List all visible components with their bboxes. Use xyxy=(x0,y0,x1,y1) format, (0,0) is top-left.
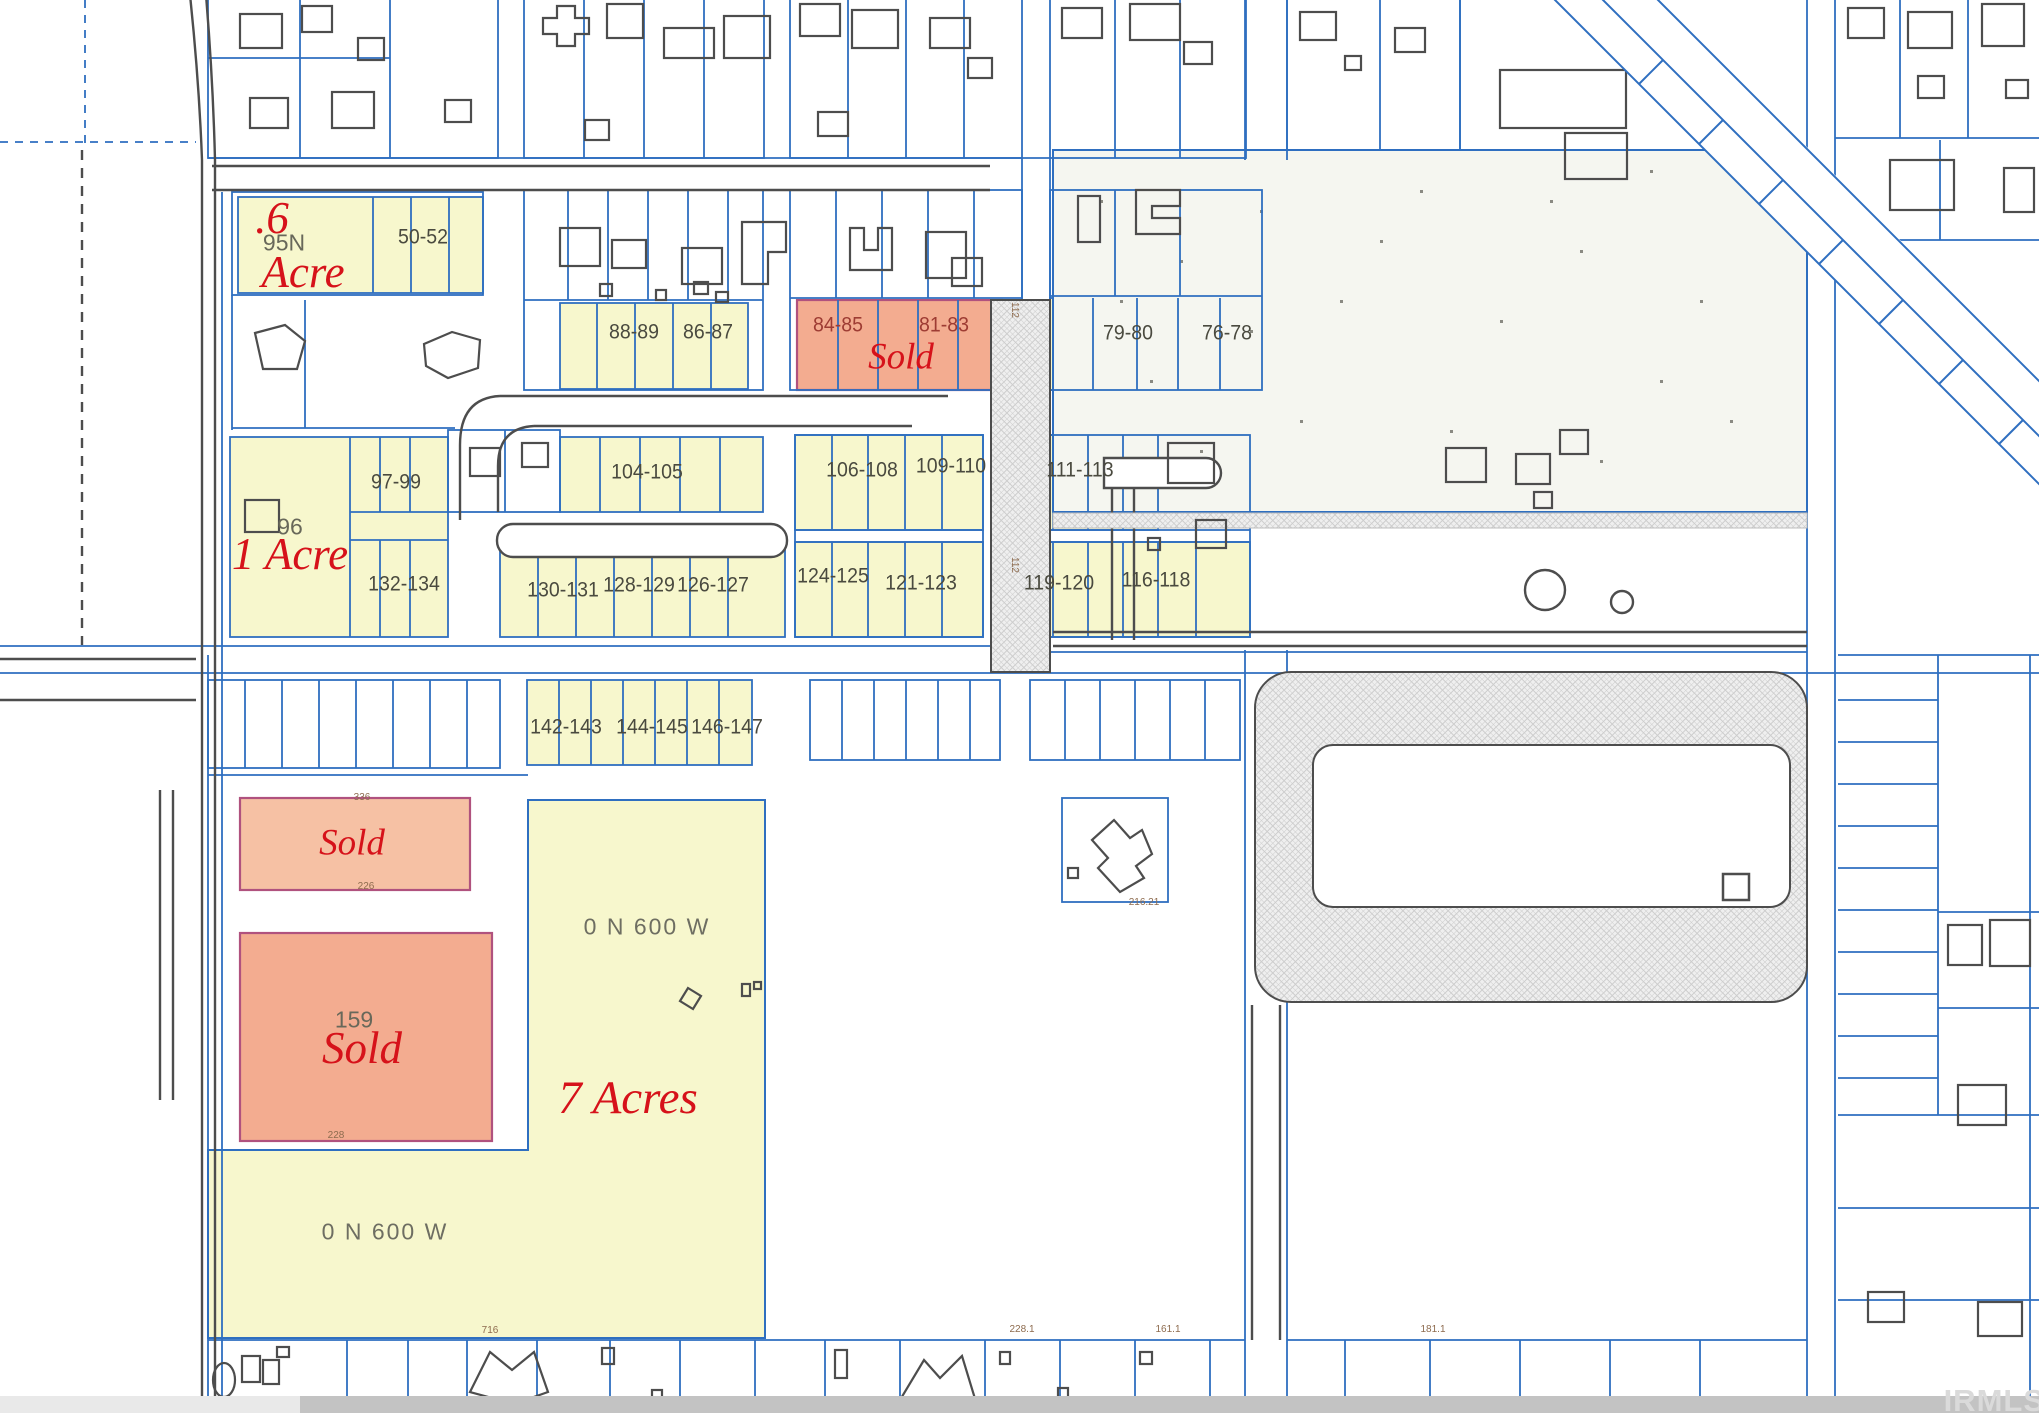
lot-label-142-143: 142-143 xyxy=(530,717,602,738)
lot-label-109-110: 109-110 xyxy=(916,456,986,477)
lot-label-84-85: 84-85 xyxy=(813,315,863,336)
road-linework xyxy=(0,0,1807,1413)
street-label-0n600w-lower: 0 N 600 W xyxy=(322,1221,449,1244)
dim-label-336: 336 xyxy=(354,793,371,803)
parcel-lots-79-76-strip[interactable] xyxy=(1050,298,1262,390)
parcel-lots-142-147-strip[interactable] xyxy=(527,680,752,765)
dim-label-716: 716 xyxy=(482,1326,499,1336)
lot-label-146-147: 146-147 xyxy=(691,717,763,738)
dim-label-112-b: 112 xyxy=(1009,557,1019,573)
parcel-number-159: 159 xyxy=(335,1009,373,1032)
lot-label-144-145: 144-145 xyxy=(616,717,688,738)
parcel-layer xyxy=(0,0,2039,1413)
lot-label-50-52: 50-52 xyxy=(398,227,448,248)
lot-label-128-129: 128-129 xyxy=(603,575,675,596)
lot-label-111-113: 111-113 xyxy=(1046,460,1113,481)
diagonal-road xyxy=(1545,0,2039,492)
lot-label-124-125: 124-125 xyxy=(797,566,869,587)
parcel-lots-130-126-strip[interactable] xyxy=(500,540,785,637)
lot-label-126-127: 126-127 xyxy=(677,575,749,596)
lot-label-116-118: 116-118 xyxy=(1122,570,1191,591)
base-map-linework xyxy=(0,0,2039,1413)
lot-label-130-131: 130-131 xyxy=(527,580,599,601)
parcel-lots-111-113-strip[interactable] xyxy=(1018,435,1158,530)
parcel-lots-104-105-strip[interactable] xyxy=(560,437,763,512)
parcel-lots-88-86-strip[interactable] xyxy=(560,303,748,389)
dim-label-112-a: 112 xyxy=(1009,302,1019,318)
lot-label-106-108: 106-108 xyxy=(826,460,898,481)
lot-label-132-134: 132-134 xyxy=(368,574,440,595)
dim-label-216-21: 216.21 xyxy=(1129,898,1160,908)
parcel-sold-parcel-159[interactable] xyxy=(240,933,492,1141)
dim-label-226: 226 xyxy=(358,882,375,892)
parcel-sold-strip-84-81[interactable] xyxy=(797,300,1002,390)
open-field xyxy=(1053,150,1807,512)
parcel-lots-106-110-strip[interactable] xyxy=(795,435,983,530)
acreage-label-acre: Acre xyxy=(261,246,344,298)
label-layer: .6Acre95N50-5288-8986-8784-8581-83Sold79… xyxy=(0,0,2039,1413)
lot-linework xyxy=(0,0,2039,1413)
acreage-label-1acre: 1 Acre xyxy=(232,528,348,580)
dim-label-228: 228 xyxy=(328,1131,345,1141)
parcel-lots-119-116-strip[interactable] xyxy=(1018,542,1250,637)
dim-label-181-1: 181.1 xyxy=(1420,1325,1445,1335)
street-label-0n600w-upper: 0 N 600 W xyxy=(584,916,711,939)
dim-label-228-1: 228.1 xyxy=(1009,1325,1034,1335)
dim-label-161-1: 161.1 xyxy=(1155,1325,1180,1335)
sold-label-159: Sold xyxy=(322,1022,402,1074)
parcel-sold-parcel-upper[interactable] xyxy=(240,798,470,890)
parcel-number-96: 96 xyxy=(277,516,303,539)
sold-label-strip: Sold xyxy=(868,336,934,379)
lot-label-119-120: 119-120 xyxy=(1024,573,1094,594)
lot-label-97-99: 97-99 xyxy=(371,472,421,493)
lot-label-76-78: 76-78 xyxy=(1202,323,1252,344)
acreage-label-point6: .6 xyxy=(255,192,289,244)
building-footprints xyxy=(213,4,2034,1404)
scrollbar-thumb[interactable]: IRMLS xyxy=(300,1396,2039,1413)
parcel-one-acre-block[interactable] xyxy=(230,437,448,637)
lot-label-79-80: 79-80 xyxy=(1103,323,1153,344)
hatched-areas xyxy=(991,300,1807,1002)
lot-label-81-83: 81-83 xyxy=(919,315,969,336)
lot-label-104-105: 104-105 xyxy=(611,462,683,483)
acreage-label-7acres: 7 Acres xyxy=(558,1071,698,1125)
lot-label-86-87: 86-87 xyxy=(683,322,733,343)
parcel-point6-acre-block[interactable] xyxy=(238,197,483,293)
plat-map-viewport[interactable]: .6Acre95N50-5288-8986-8784-8581-83Sold79… xyxy=(0,0,2039,1413)
parcel-seven-acre-parcel[interactable] xyxy=(208,800,765,1338)
lot-label-121-123: 121-123 xyxy=(885,573,957,594)
sold-label-upper: Sold xyxy=(319,822,385,865)
parcel-number-95n: 95N xyxy=(263,232,305,255)
lot-label-88-89: 88-89 xyxy=(609,322,659,343)
horizontal-scrollbar[interactable]: IRMLS xyxy=(0,1396,2039,1413)
parcel-lots-124-121-strip[interactable] xyxy=(795,542,983,637)
watermark: IRMLS xyxy=(1944,1383,2039,1413)
